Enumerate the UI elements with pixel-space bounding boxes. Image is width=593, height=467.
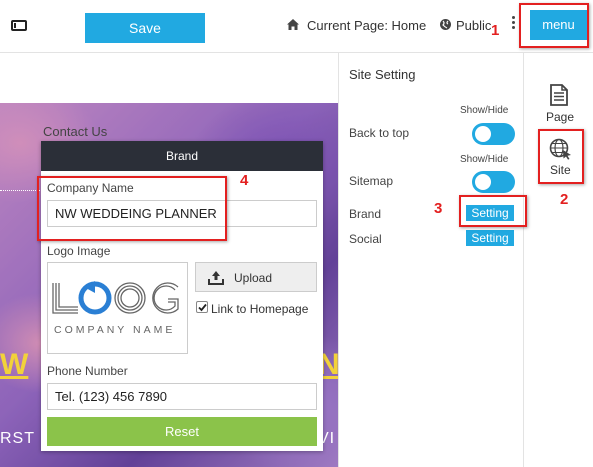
contact-us-link[interactable]: Contact Us — [43, 124, 107, 139]
reset-button[interactable]: Reset — [47, 417, 317, 446]
more-vert-icon[interactable] — [510, 14, 516, 34]
site-setting-panel: Site Setting Show/Hide Back to top Show/… — [338, 53, 524, 467]
logo-tagline: COMPANY NAME — [54, 324, 175, 336]
top-toolbar: Save Current Page: Home Public menu — [0, 0, 593, 53]
upload-icon — [208, 271, 224, 285]
current-page-label[interactable]: Current Page: Home — [307, 18, 426, 33]
annotation-box-site — [538, 129, 584, 184]
home-icon — [286, 18, 300, 36]
back-to-top-caption: Show/Hide — [460, 105, 509, 116]
back-to-top-toggle[interactable] — [472, 123, 515, 145]
company-logo-image: COMPANY NAME — [52, 281, 179, 336]
annotation-number-4: 4 — [240, 172, 249, 189]
annotation-number-2: 2 — [560, 191, 569, 208]
upload-label: Upload — [234, 271, 273, 285]
logo-image-label: Logo Image — [47, 244, 111, 258]
annotation-box-company-name — [37, 176, 227, 241]
annotation-box-menu — [519, 3, 589, 48]
globe-icon — [439, 18, 452, 36]
logo-preview[interactable]: COMPANY NAME — [47, 262, 188, 354]
sitemap-caption: Show/Hide — [460, 154, 509, 165]
social-setting-button[interactable]: Setting — [466, 230, 514, 246]
preview-subtext-left: RST — [0, 430, 35, 447]
sitemap-label: Sitemap — [349, 174, 394, 188]
device-icon[interactable] — [11, 19, 27, 38]
site-setting-title: Site Setting — [349, 67, 416, 82]
upload-button[interactable]: Upload — [195, 262, 317, 292]
annotation-number-3: 3 — [434, 200, 443, 217]
page-icon[interactable] — [549, 84, 569, 111]
phone-number-label: Phone Number — [47, 364, 128, 378]
brand-panel-title: Brand — [41, 141, 323, 171]
rail-page-label[interactable]: Page — [546, 110, 574, 124]
checkmark-icon — [198, 303, 207, 312]
preview-divider — [0, 190, 42, 191]
annotation-number-1: 1 — [491, 22, 500, 39]
phone-number-input[interactable] — [47, 383, 317, 410]
preview-heading-left: W — [0, 348, 29, 381]
annotation-box-brand-setting — [459, 195, 527, 227]
back-to-top-label: Back to top — [349, 126, 410, 140]
link-to-homepage-label[interactable]: Link to Homepage — [211, 302, 308, 316]
social-label: Social — [349, 232, 382, 246]
save-button[interactable]: Save — [85, 13, 205, 43]
sitemap-toggle[interactable] — [472, 171, 515, 193]
public-status-label[interactable]: Public — [456, 18, 491, 33]
link-to-homepage-checkbox[interactable] — [196, 301, 208, 313]
brand-label: Brand — [349, 207, 382, 221]
